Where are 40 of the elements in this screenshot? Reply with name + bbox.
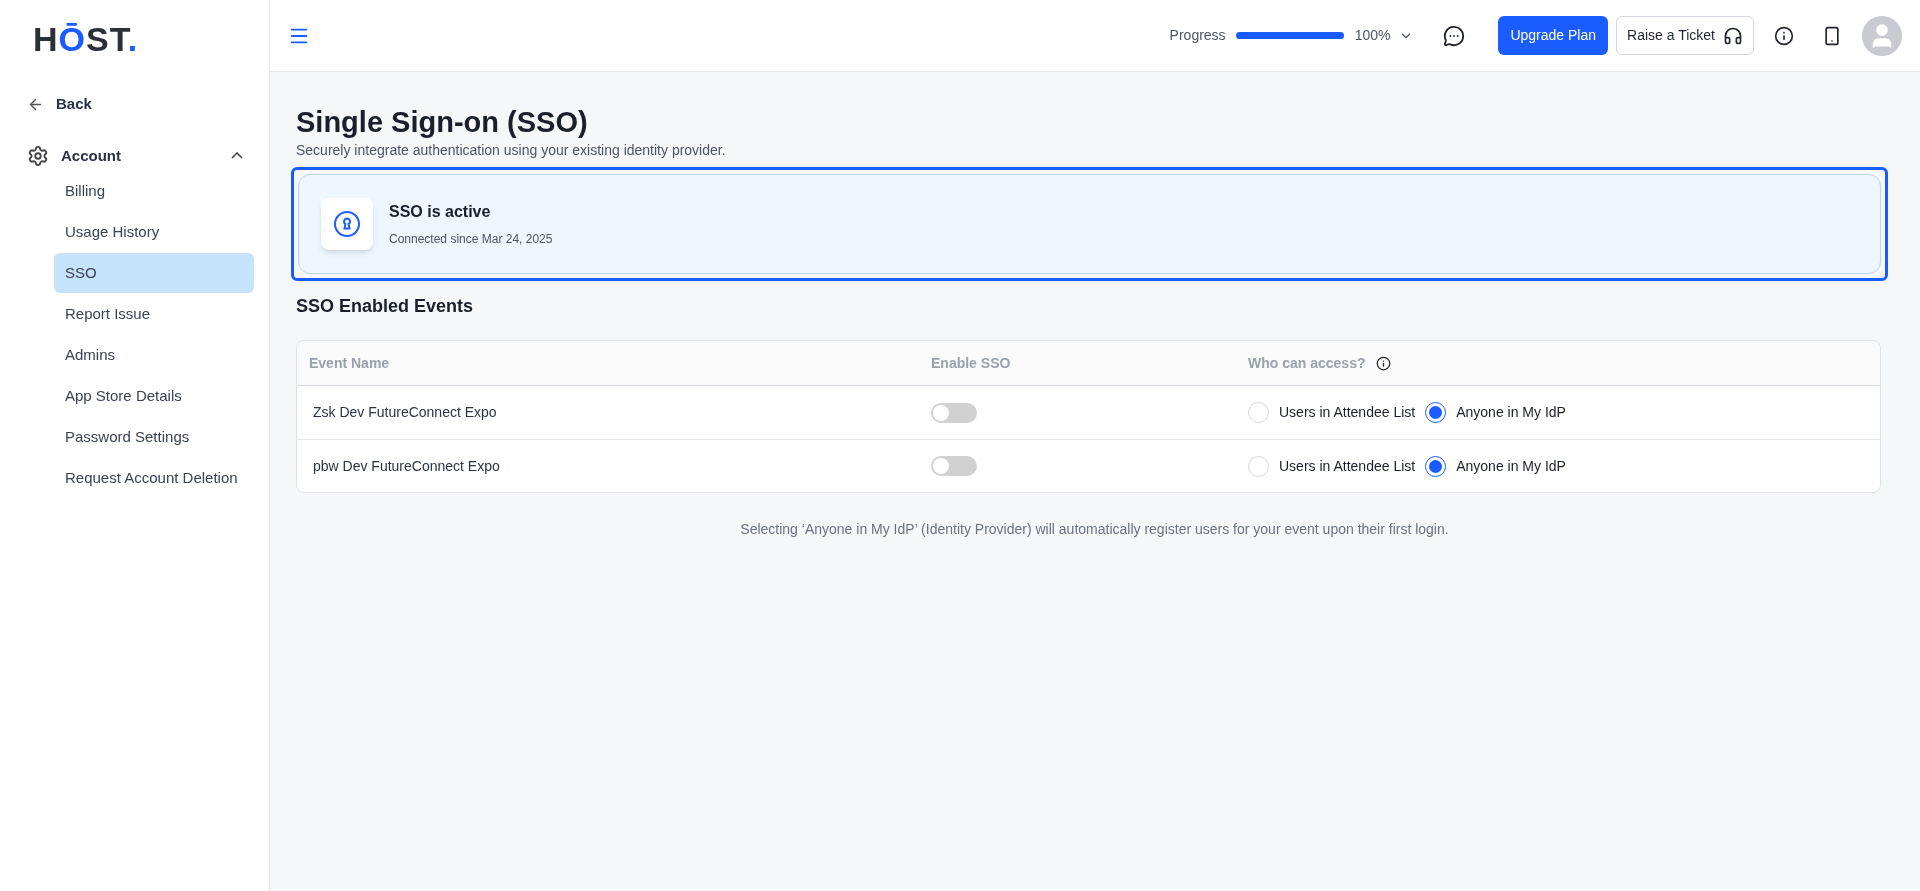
sidebar-item[interactable]: App Store Details xyxy=(54,376,254,416)
footer-note: Selecting ‘Anyone in My IdP’ (Identity Provider) will automatically register users for your event upon their first login. xyxy=(739,520,1450,540)
event-name: pbw Dev FutureConnect Expo xyxy=(313,456,501,476)
sidebar-item[interactable]: Billing xyxy=(54,171,254,211)
raise-ticket-button[interactable]: Raise a Ticket xyxy=(1616,16,1754,55)
back-link[interactable]: Back xyxy=(27,93,269,116)
sidebar-item[interactable]: Password Settings xyxy=(54,417,254,457)
upgrade-plan-button[interactable]: Upgrade Plan xyxy=(1498,16,1609,55)
settings-icon xyxy=(27,144,49,167)
sidebar-item[interactable]: SSO xyxy=(54,253,254,293)
status-title: SSO is active xyxy=(389,202,492,223)
page-title: Single Sign-on (SSO) xyxy=(296,105,589,140)
progress-reading: 100% xyxy=(1354,26,1391,45)
radio-label: Anyone in My IdP xyxy=(1456,403,1566,423)
column-header: Who can access? xyxy=(1248,353,1366,373)
radio-label: Users in Attendee List xyxy=(1279,456,1416,476)
sso-toggle[interactable] xyxy=(931,456,977,477)
sso-toggle[interactable] xyxy=(931,402,977,423)
sidebar-item[interactable]: Admins xyxy=(54,335,254,375)
sidebar-item[interactable]: Request Account Deletion xyxy=(54,458,254,498)
account-section-header[interactable]: Account xyxy=(27,144,243,167)
info-icon[interactable] xyxy=(1774,25,1794,46)
page-subtitle: Securely integrate authentication using your existing identity provider. xyxy=(296,141,727,161)
column-header: Event Name xyxy=(309,353,391,373)
section-title: SSO Enabled Events xyxy=(296,295,475,319)
logo: HŌST. xyxy=(33,22,139,56)
status-detail: Connected since Mar 24, 2025 xyxy=(389,231,553,249)
sidebar-item[interactable]: Usage History xyxy=(54,212,254,252)
progress-label: Progress xyxy=(1169,26,1226,45)
radio-label: Anyone in My IdP xyxy=(1456,456,1566,476)
headphones-icon xyxy=(1723,25,1743,46)
keyhole-icon xyxy=(321,198,373,251)
column-header: Enable SSO xyxy=(931,353,1012,373)
info-icon[interactable] xyxy=(1375,355,1391,371)
chat-icon[interactable] xyxy=(1443,24,1466,47)
sidebar-item[interactable]: Report Issue xyxy=(54,294,254,334)
chevron-up-icon xyxy=(231,152,243,160)
radio-label: Users in Attendee List xyxy=(1279,403,1416,423)
phone-icon[interactable] xyxy=(1822,25,1842,46)
event-name: Zsk Dev FutureConnect Expo xyxy=(313,403,498,423)
